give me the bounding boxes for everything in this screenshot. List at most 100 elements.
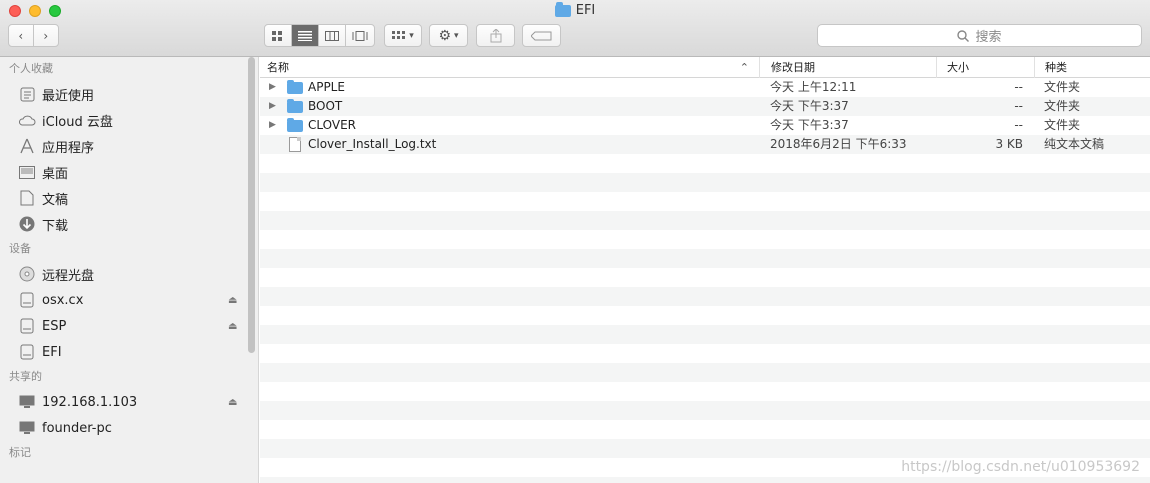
column-view-button[interactable] bbox=[319, 25, 346, 46]
sidebar-item-desktop[interactable]: 桌面 bbox=[0, 159, 258, 185]
empty-row bbox=[260, 439, 1150, 458]
sidebar-item-founder-pc[interactable]: founder-pc bbox=[0, 415, 258, 441]
back-button[interactable]: ‹ bbox=[9, 25, 34, 46]
sidebar-section-favorites: 个人收藏 bbox=[9, 62, 53, 75]
sidebar-item-label: 桌面 bbox=[42, 166, 69, 182]
eject-icon[interactable]: ⏏ bbox=[228, 295, 237, 306]
empty-row bbox=[260, 192, 1150, 211]
sidebar-item-label: osx.cx bbox=[42, 292, 84, 308]
disclosure-triangle-icon[interactable]: ▶ bbox=[269, 116, 279, 135]
table-row[interactable]: ▶ APPLE 今天 上午12:11 -- 文件夹 bbox=[260, 78, 1150, 97]
empty-row bbox=[260, 211, 1150, 230]
disclosure-triangle-icon[interactable]: ▶ bbox=[269, 97, 279, 116]
eject-icon[interactable]: ⏏ bbox=[228, 321, 237, 332]
sidebar-item-osx-cx[interactable]: osx.cx ⏏ bbox=[0, 287, 258, 313]
computer-icon bbox=[18, 419, 36, 437]
cloud-icon bbox=[18, 111, 36, 129]
chevron-left-icon: ‹ bbox=[18, 28, 24, 43]
empty-row bbox=[260, 477, 1150, 483]
column-header-kind[interactable]: 种类 bbox=[1035, 57, 1150, 78]
column-header-name[interactable]: 名称 ⌃ bbox=[260, 57, 760, 78]
empty-row bbox=[260, 154, 1150, 173]
sidebar-item-icloud[interactable]: iCloud 云盘 bbox=[0, 107, 258, 133]
window-toolbar: EFI ‹ › ▾ ⚙ ▾ 搜索 bbox=[0, 0, 1150, 57]
empty-row bbox=[260, 344, 1150, 363]
empty-row bbox=[260, 363, 1150, 382]
arrange-button[interactable]: ▾ bbox=[384, 24, 422, 47]
column-kind-label: 种类 bbox=[1045, 61, 1067, 74]
sidebar-item-documents[interactable]: 文稿 bbox=[0, 185, 258, 211]
column-header-date[interactable]: 修改日期 bbox=[760, 57, 937, 78]
chevron-down-icon: ▾ bbox=[409, 30, 414, 41]
sidebar-item-remote-disc[interactable]: 远程光盘 bbox=[0, 261, 258, 287]
view-mode-control bbox=[264, 24, 375, 47]
empty-row bbox=[260, 249, 1150, 268]
tag-icon bbox=[530, 31, 551, 40]
icon-view-button[interactable] bbox=[265, 25, 292, 46]
drive-icon bbox=[18, 343, 36, 361]
column-header-size[interactable]: 大小 bbox=[937, 57, 1035, 78]
gear-icon: ⚙ bbox=[438, 27, 452, 44]
window-title-text: EFI bbox=[575, 3, 596, 18]
empty-row bbox=[260, 173, 1150, 192]
forward-button[interactable]: › bbox=[34, 25, 58, 46]
chevron-down-icon: ▾ bbox=[454, 30, 459, 41]
desktop-icon bbox=[18, 163, 36, 181]
sidebar: 个人收藏 最近使用 iCloud 云盘 应用程序 桌面 文稿 下载 设备 远程光… bbox=[0, 57, 259, 483]
folder-icon bbox=[287, 79, 303, 94]
list-icon bbox=[298, 30, 312, 41]
column-date-label: 修改日期 bbox=[771, 61, 815, 74]
gallery-view-button[interactable] bbox=[346, 25, 373, 46]
tags-button[interactable] bbox=[522, 24, 561, 47]
sidebar-item-label: 远程光盘 bbox=[42, 268, 95, 284]
sidebar-item-applications[interactable]: 应用程序 bbox=[0, 133, 258, 159]
action-button[interactable]: ⚙ ▾ bbox=[429, 24, 468, 47]
empty-row bbox=[260, 306, 1150, 325]
search-input[interactable]: 搜索 bbox=[817, 24, 1142, 47]
drive-icon bbox=[18, 317, 36, 335]
sidebar-item-downloads[interactable]: 下载 bbox=[0, 211, 258, 237]
column-header-row: 名称 ⌃ 修改日期 大小 种类 bbox=[260, 57, 1150, 78]
gallery-icon bbox=[352, 30, 367, 41]
sidebar-section-devices: 设备 bbox=[9, 242, 31, 255]
file-kind: 纯文本文稿 bbox=[1044, 137, 1105, 151]
recents-icon bbox=[18, 85, 36, 103]
eject-icon[interactable]: ⏏ bbox=[228, 397, 237, 408]
sidebar-item-label: 应用程序 bbox=[42, 140, 95, 156]
table-row[interactable]: Clover_Install_Log.txt 2018年6月2日 下午6:33 … bbox=[260, 135, 1150, 154]
chevron-right-icon: › bbox=[43, 28, 49, 43]
file-kind: 文件夹 bbox=[1044, 99, 1081, 113]
sort-ascending-icon: ⌃ bbox=[739, 61, 749, 74]
table-row[interactable]: ▶ CLOVER 今天 下午3:37 -- 文件夹 bbox=[260, 116, 1150, 135]
sidebar-item-label: 192.168.1.103 bbox=[42, 394, 138, 410]
empty-row bbox=[260, 420, 1150, 439]
search-placeholder: 搜索 bbox=[975, 30, 1002, 45]
file-date: 今天 下午3:37 bbox=[770, 99, 849, 113]
sidebar-item-label: EFI bbox=[42, 344, 62, 360]
sidebar-item-recents[interactable]: 最近使用 bbox=[0, 81, 258, 107]
list-view-button[interactable] bbox=[292, 25, 319, 46]
download-icon bbox=[18, 215, 36, 233]
file-size: -- bbox=[1014, 80, 1023, 94]
sidebar-section-tags: 标记 bbox=[9, 446, 31, 459]
sidebar-item-label: 下载 bbox=[42, 218, 69, 234]
sidebar-item-192-168-1-103[interactable]: 192.168.1.103 ⏏ bbox=[0, 389, 258, 415]
empty-row bbox=[260, 401, 1150, 420]
table-row[interactable]: ▶ BOOT 今天 下午3:37 -- 文件夹 bbox=[260, 97, 1150, 116]
file-name: BOOT bbox=[308, 99, 343, 113]
sidebar-item-efi[interactable]: EFI bbox=[0, 339, 258, 365]
share-button[interactable] bbox=[476, 24, 515, 47]
sidebar-section-shared: 共享的 bbox=[9, 370, 42, 383]
sidebar-item-label: 最近使用 bbox=[42, 88, 95, 104]
file-size: -- bbox=[1014, 99, 1023, 113]
empty-row bbox=[260, 287, 1150, 306]
sidebar-item-esp[interactable]: ESP ⏏ bbox=[0, 313, 258, 339]
sidebar-item-label: ESP bbox=[42, 318, 67, 334]
folder-icon bbox=[554, 1, 571, 17]
file-name: CLOVER bbox=[308, 118, 356, 132]
file-date: 2018年6月2日 下午6:33 bbox=[770, 137, 907, 151]
disclosure-triangle-icon[interactable]: ▶ bbox=[269, 78, 279, 97]
empty-row bbox=[260, 268, 1150, 287]
file-name: Clover_Install_Log.txt bbox=[308, 137, 437, 151]
file-kind: 文件夹 bbox=[1044, 80, 1081, 94]
